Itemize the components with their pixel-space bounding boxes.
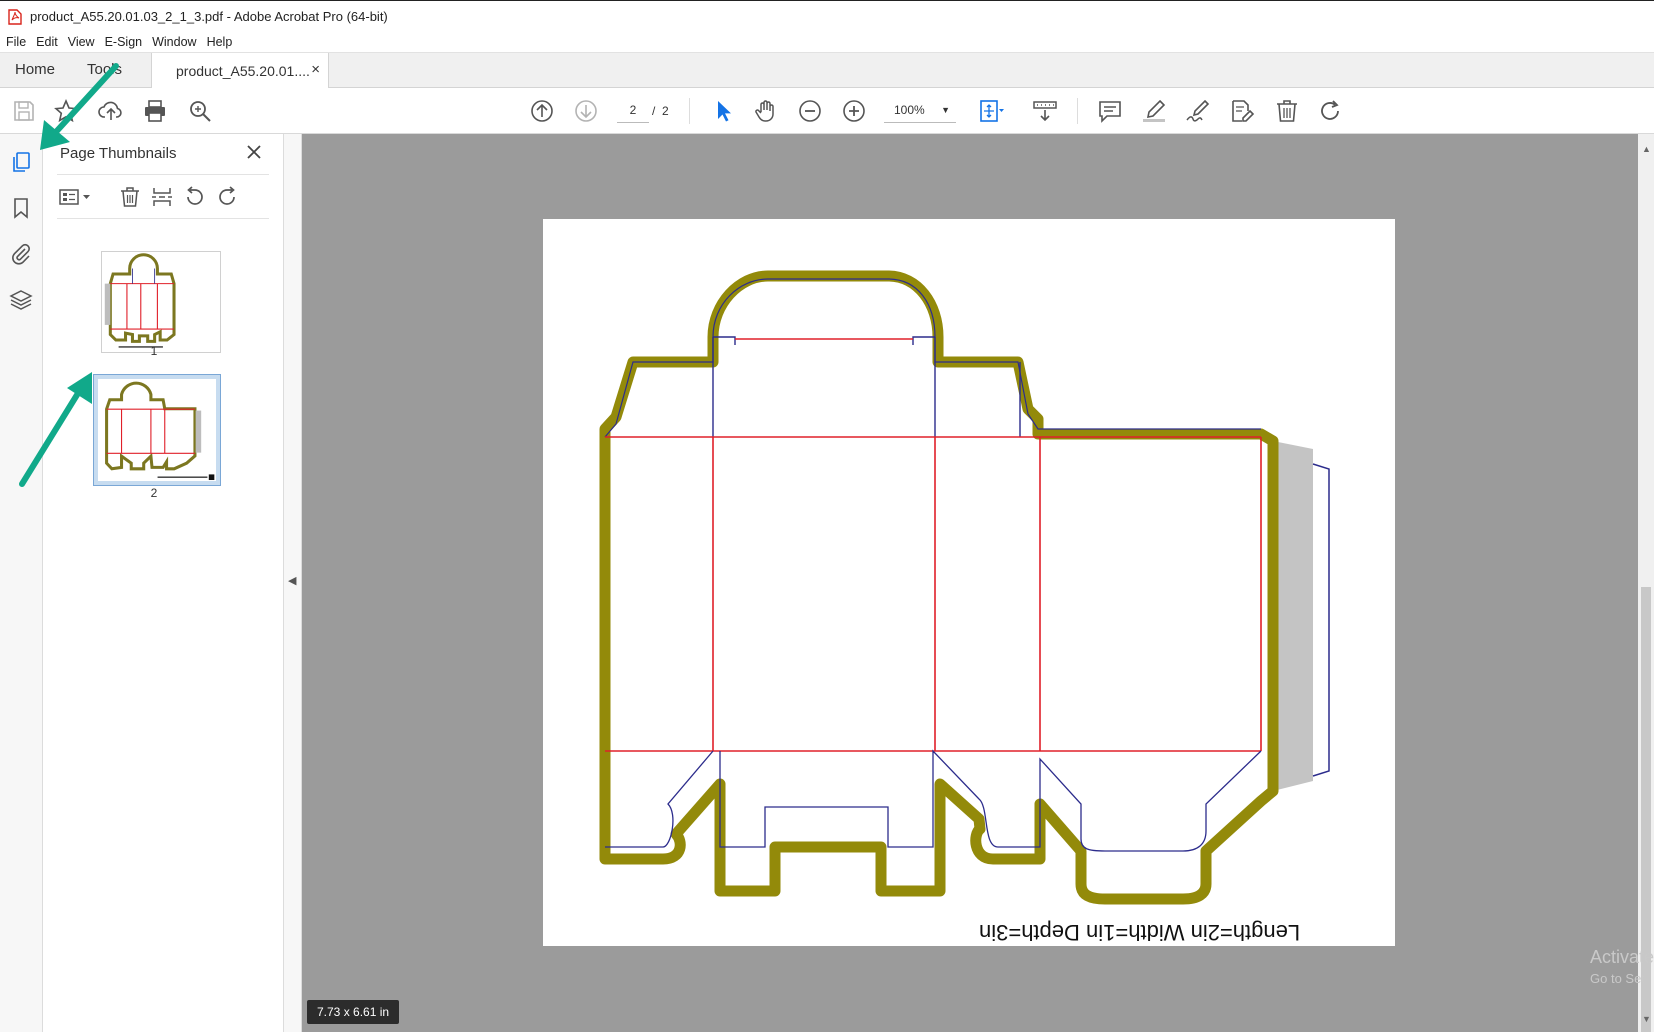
menu-file[interactable]: File [6, 35, 26, 49]
find-icon[interactable] [187, 98, 213, 124]
rotate-icon[interactable] [1317, 98, 1343, 124]
activation-watermark: Activate Go to Set [1590, 946, 1654, 990]
delete-icon[interactable] [1274, 98, 1300, 124]
toolbar-separator [1077, 98, 1078, 124]
thumbnail-page-number: 1 [150, 344, 158, 358]
tab-tools[interactable]: Tools [87, 61, 122, 78]
menu-bar: File Edit View E-Sign Window Help [0, 32, 1654, 52]
page-thumbnails-panel: Page Thumbnails 1 2 [43, 134, 284, 1032]
vertical-scrollbar[interactable]: ▲ ▼ [1638, 134, 1654, 1032]
scroll-up-icon[interactable]: ▲ [1642, 144, 1651, 154]
watermark-line-1: Activate [1590, 947, 1654, 967]
zoom-in-icon[interactable] [841, 98, 867, 124]
select-arrow-icon[interactable] [710, 98, 736, 124]
panel-title: Page Thumbnails [60, 145, 177, 162]
comment-icon[interactable] [1097, 98, 1123, 124]
highlight-icon[interactable] [1141, 98, 1167, 124]
bookmark-icon[interactable] [9, 196, 33, 220]
panel-collapse-bar[interactable]: ◀ [284, 134, 302, 1032]
menu-help[interactable]: Help [207, 35, 233, 49]
zoom-value: 100% [894, 103, 925, 117]
thumbnail-page-2[interactable] [93, 374, 221, 486]
document-viewer[interactable]: Length=2in Width=1in Depth=3in [302, 134, 1638, 1032]
tab-document[interactable]: product_A55.20.01.... × [151, 53, 329, 89]
menu-esign[interactable]: E-Sign [105, 35, 143, 49]
rotate-left-icon[interactable] [183, 185, 207, 209]
tab-close-icon[interactable]: × [311, 61, 320, 78]
title-bar: product_A55.20.01.03_2_1_3.pdf - Adobe A… [0, 0, 1654, 32]
scroll-down-icon[interactable]: ▼ [1642, 1014, 1651, 1024]
collapse-left-icon[interactable]: ◀ [288, 574, 296, 587]
panel-divider [57, 174, 269, 175]
menu-view[interactable]: View [68, 35, 95, 49]
star-icon[interactable] [53, 98, 79, 124]
toolbar-separator [689, 98, 690, 124]
attachment-icon[interactable] [9, 242, 33, 266]
menu-edit[interactable]: Edit [36, 35, 58, 49]
page-number-input[interactable]: 2 [617, 97, 649, 123]
pdf-file-icon [8, 8, 22, 25]
print-icon[interactable] [142, 98, 168, 124]
menu-window[interactable]: Window [152, 35, 196, 49]
tab-home[interactable]: Home [15, 61, 55, 78]
dimensions-caption: Length=2in Width=1in Depth=3in [979, 920, 1301, 945]
tab-bar: Home Tools product_A55.20.01.... × [0, 52, 1654, 89]
fit-page-icon[interactable] [978, 98, 1004, 124]
main-toolbar: 2 / 2 100% ▼ [0, 88, 1654, 134]
page-count: / 2 [652, 104, 669, 118]
page-down-icon[interactable] [573, 98, 599, 124]
tab-document-label: product_A55.20.01.... [176, 63, 310, 79]
hand-icon[interactable] [753, 98, 779, 124]
scroll-mode-icon[interactable] [1032, 98, 1058, 124]
total-pages: 2 [662, 104, 669, 118]
pdf-page: Length=2in Width=1in Depth=3in [543, 219, 1395, 946]
sign-icon[interactable] [1185, 98, 1211, 124]
thumbnail-options-icon[interactable] [58, 185, 94, 209]
watermark-line-2: Go to Set [1590, 971, 1645, 986]
upload-icon[interactable] [98, 98, 124, 124]
thumbnail-page-1[interactable] [101, 251, 221, 353]
rotate-right-icon[interactable] [215, 185, 239, 209]
thumbnail-page-number: 2 [150, 486, 158, 500]
delete-page-icon[interactable] [118, 185, 142, 209]
save-icon[interactable] [11, 98, 37, 124]
chevron-down-icon: ▼ [941, 105, 950, 115]
layers-icon[interactable] [9, 288, 33, 312]
left-sidebar [0, 134, 43, 1032]
panel-divider [57, 218, 269, 219]
page-up-icon[interactable] [529, 98, 555, 124]
close-icon[interactable] [243, 141, 265, 163]
page-separator: / [652, 104, 656, 118]
window-title: product_A55.20.01.03_2_1_3.pdf - Adobe A… [30, 9, 388, 24]
page-size-tooltip: 7.73 x 6.61 in [307, 1000, 400, 1024]
edit-pdf-icon[interactable] [1229, 98, 1255, 124]
box-dieline-drawing [599, 270, 1330, 905]
zoom-select[interactable]: 100% ▼ [884, 97, 956, 123]
zoom-out-icon[interactable] [797, 98, 823, 124]
split-page-icon[interactable] [150, 185, 174, 209]
page-thumbnails-icon[interactable] [9, 150, 33, 174]
